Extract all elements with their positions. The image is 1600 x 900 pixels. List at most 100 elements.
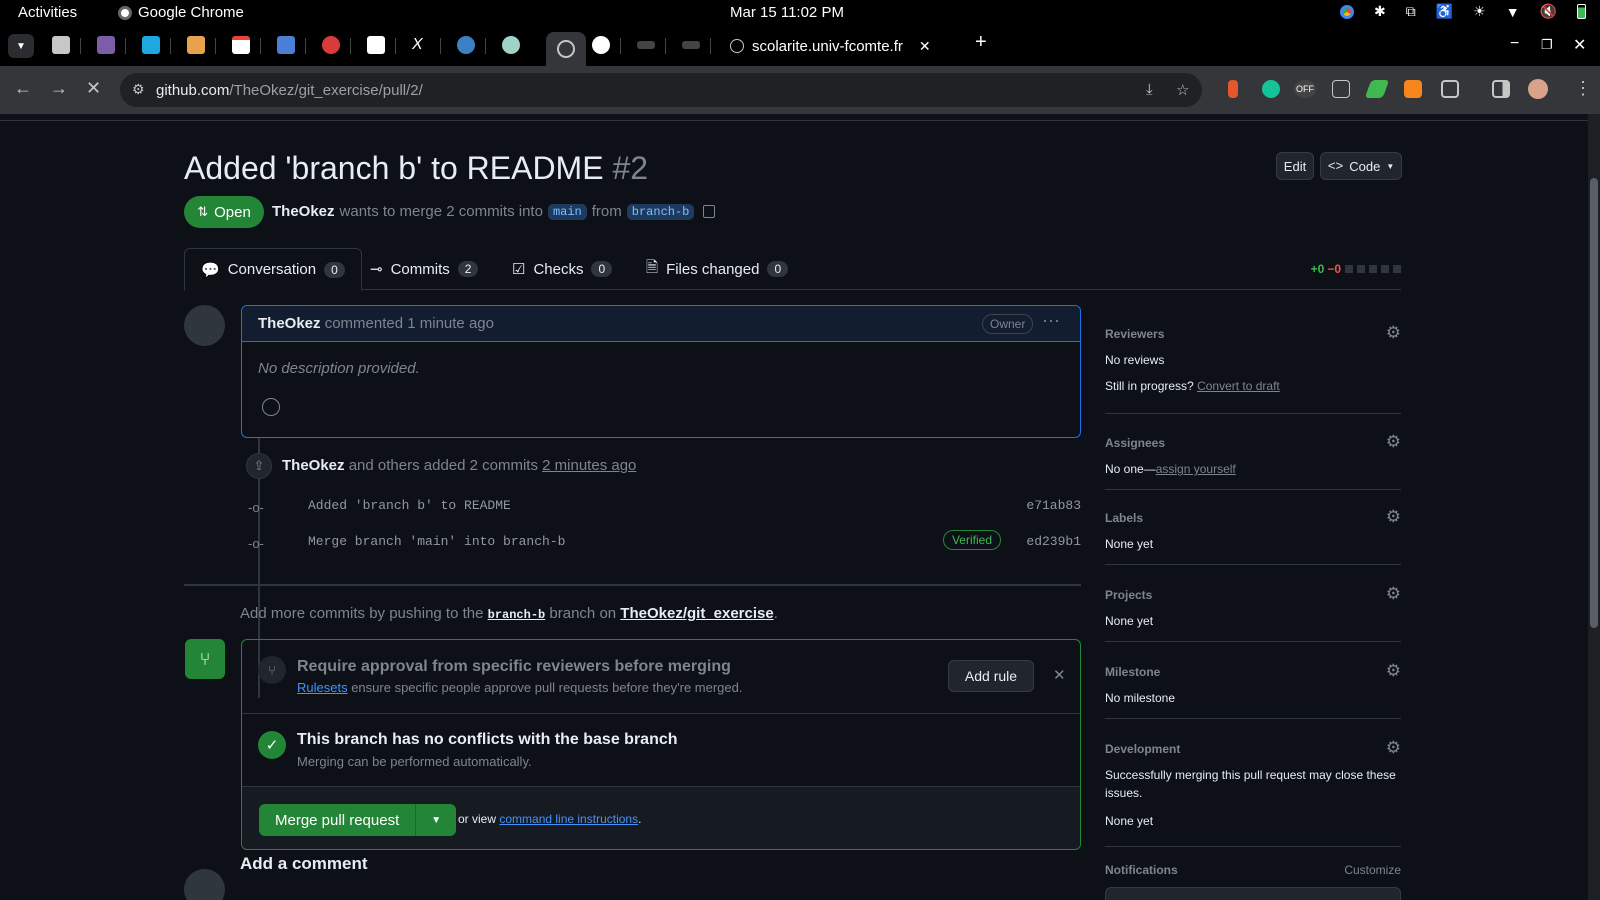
tab-scolarite[interactable]: scolarite.univ-fcomte.fr ✕	[730, 34, 931, 58]
url-text[interactable]: github.com/TheOkez/git_exercise/pull/2/	[156, 82, 423, 99]
install-app-icon[interactable]: ⤓	[1146, 81, 1153, 98]
avatar[interactable]	[184, 305, 225, 346]
tab-favicon-14[interactable]	[682, 41, 700, 49]
tab-favicon-13[interactable]	[637, 41, 655, 49]
commit-sha-link[interactable]: e71ab83	[1026, 498, 1081, 513]
forward-icon[interactable]: →	[50, 78, 68, 99]
gmail-icon[interactable]	[232, 36, 250, 54]
chatgpt-icon[interactable]	[502, 36, 520, 54]
translate-icon[interactable]	[1332, 80, 1350, 98]
pr-author-link[interactable]: TheOkez	[272, 203, 335, 220]
convert-to-draft-link[interactable]: Convert to draft	[1197, 379, 1280, 393]
base-branch[interactable]: main	[547, 203, 587, 220]
system-tray[interactable]: ✱ ⧉ ♿ ☀ ▼ 🔇	[1339, 3, 1586, 20]
gear-icon[interactable]: ⚙	[1386, 584, 1401, 604]
profile-avatar[interactable]	[1528, 79, 1548, 99]
active-tab[interactable]	[546, 32, 586, 66]
battery-icon[interactable]	[1577, 4, 1586, 19]
volume-icon[interactable]: 🔇	[1540, 3, 1557, 20]
hint-branch-link[interactable]: branch-b	[488, 608, 546, 622]
gear-icon[interactable]: ⚙	[1386, 507, 1401, 527]
gear-icon[interactable]: ⚙	[1386, 738, 1401, 758]
app-menu[interactable]: Google Chrome	[118, 4, 244, 21]
tab-favicon-8[interactable]	[367, 36, 385, 54]
github-icon[interactable]	[592, 36, 610, 54]
reviewers-heading[interactable]: Reviewers	[1105, 327, 1164, 341]
chrome-tray-icon[interactable]	[1339, 4, 1354, 19]
diffstat[interactable]: +0 −0	[1311, 262, 1401, 276]
extensions-puzzle-icon[interactable]	[1441, 80, 1459, 98]
push-author-link[interactable]: TheOkez	[282, 457, 345, 474]
site-info-icon[interactable]: ⚙	[132, 81, 145, 98]
commit-sha-link[interactable]: ed239b1	[1026, 534, 1081, 549]
wifi-icon[interactable]: ▼	[1506, 4, 1520, 20]
avatar[interactable]	[184, 869, 225, 900]
x-icon[interactable]: X	[412, 36, 430, 54]
gear-icon[interactable]: ⚙	[1386, 661, 1401, 681]
merge-method-dropdown[interactable]: ▼	[416, 804, 457, 836]
chrome-menu-icon[interactable]: ⋮	[1574, 78, 1592, 99]
close-icon[interactable]: ✕	[1053, 666, 1066, 684]
merge-pull-request-button[interactable]: Merge pull request	[259, 804, 417, 836]
gear-icon[interactable]: ⚙	[1386, 323, 1401, 343]
assignees-heading[interactable]: Assignees	[1105, 436, 1165, 450]
tab-favicon-10[interactable]	[457, 36, 475, 54]
projects-heading[interactable]: Projects	[1105, 588, 1152, 602]
scrollbar-thumb[interactable]	[1590, 178, 1598, 628]
customize-link[interactable]: Customize	[1344, 863, 1401, 877]
maximize-button[interactable]: ❐	[1541, 37, 1553, 53]
tab-commits[interactable]: ⊸ Commits 2	[370, 248, 479, 290]
verified-badge[interactable]: Verified	[942, 530, 1001, 550]
commit-message-link[interactable]: Added 'branch b' to README	[308, 498, 511, 513]
cli-instructions-link[interactable]: command line instructions	[499, 812, 638, 826]
code-button[interactable]: <> Code ▼	[1320, 152, 1402, 180]
close-tab-icon[interactable]: ✕	[919, 38, 931, 55]
clock[interactable]: Mar 15 11:02 PM	[730, 4, 844, 21]
side-panel-icon[interactable]	[1492, 80, 1510, 98]
page-scrollbar[interactable]	[1588, 114, 1600, 900]
kebab-menu-icon[interactable]: ···	[1042, 310, 1060, 331]
gear-icon[interactable]: ⚙	[1386, 432, 1401, 452]
extension-icon-5[interactable]	[1364, 80, 1390, 98]
extension-icon-1[interactable]	[1228, 80, 1238, 98]
rulesets-link[interactable]: Rulesets	[297, 680, 348, 695]
copy-icon[interactable]	[703, 205, 716, 218]
new-tab-button[interactable]: +	[975, 31, 987, 54]
address-bar[interactable]: ⚙ github.com/TheOkez/git_exercise/pull/2…	[120, 73, 1202, 107]
tab-favicon-6[interactable]	[277, 36, 295, 54]
minimize-button[interactable]: −	[1510, 35, 1519, 53]
grammarly-icon[interactable]	[1262, 80, 1280, 98]
add-rule-button[interactable]: Add rule	[948, 660, 1034, 692]
tab-favicon-3[interactable]	[142, 36, 160, 54]
tab-conversation[interactable]: 💬 Conversation 0	[184, 248, 362, 291]
stop-loading-icon[interactable]: ✕	[86, 78, 101, 99]
tab-files-changed[interactable]: 🗎 Files changed 0	[646, 248, 789, 290]
tab-favicon-2[interactable]	[97, 36, 115, 54]
comment-timestamp[interactable]: commented 1 minute ago	[325, 315, 494, 332]
add-reaction-icon[interactable]	[262, 398, 280, 416]
metamask-icon[interactable]	[1404, 80, 1422, 98]
activities-button[interactable]: Activities	[18, 4, 77, 21]
assign-yourself-link[interactable]: assign yourself	[1156, 462, 1236, 476]
commit-message-link[interactable]: Merge branch 'main' into branch-b	[308, 534, 565, 549]
back-icon[interactable]: ←	[14, 78, 32, 99]
hint-repo-link[interactable]: TheOkez/git_exercise	[620, 605, 773, 622]
slack-icon[interactable]: ✱	[1374, 3, 1386, 20]
accessibility-icon[interactable]: ♿	[1436, 3, 1453, 20]
close-window-button[interactable]: ✕	[1573, 35, 1586, 55]
tab-favicon-7[interactable]	[322, 36, 340, 54]
comment-author-link[interactable]: TheOkez	[258, 315, 321, 332]
tab-favicon-4[interactable]	[187, 36, 205, 54]
labels-heading[interactable]: Labels	[1105, 511, 1143, 525]
extension-off-icon[interactable]: OFF	[1294, 80, 1316, 98]
milestone-heading[interactable]: Milestone	[1105, 665, 1160, 679]
bookmark-star-icon[interactable]: ☆	[1176, 81, 1189, 99]
edit-button[interactable]: Edit	[1276, 152, 1314, 180]
tab-favicon-1[interactable]	[52, 36, 70, 54]
tab-checks[interactable]: ☑ Checks 0	[512, 248, 613, 290]
brightness-icon[interactable]: ☀	[1473, 3, 1486, 20]
head-branch[interactable]: branch-b	[626, 203, 695, 220]
subscribe-button[interactable]	[1105, 887, 1401, 900]
development-heading[interactable]: Development	[1105, 742, 1180, 756]
screenshot-icon[interactable]: ⧉	[1406, 3, 1416, 20]
